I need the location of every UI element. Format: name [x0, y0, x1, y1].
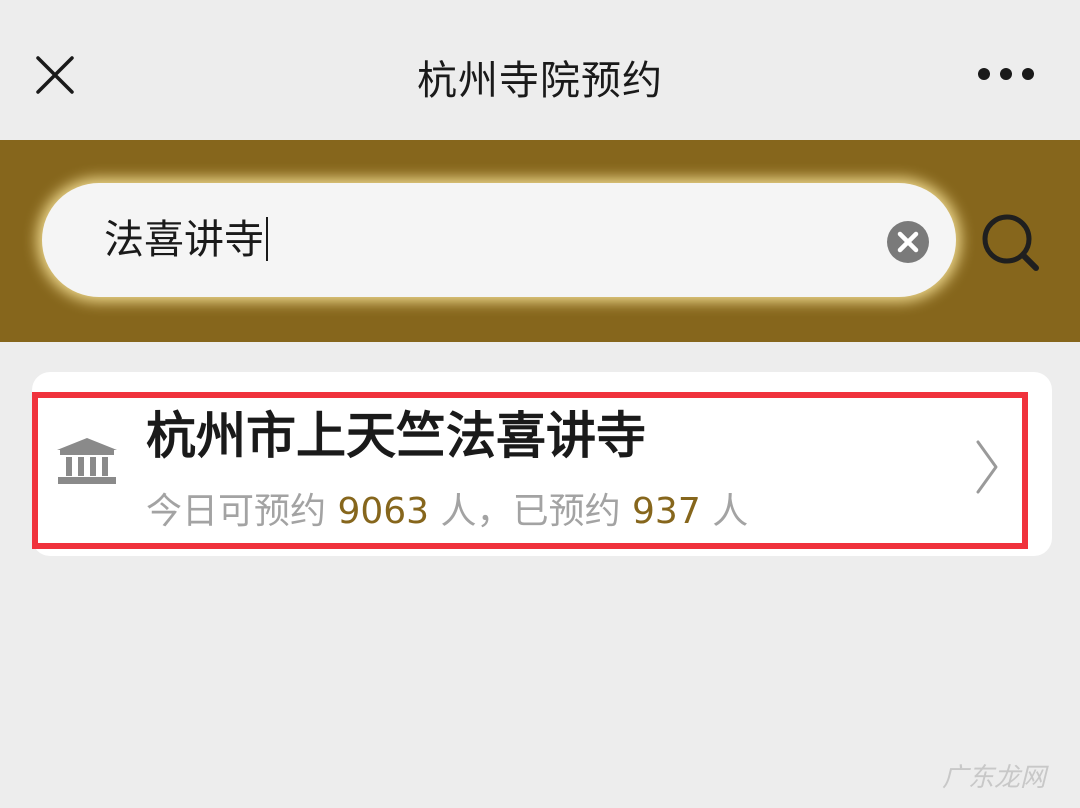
- booked-unit: 人: [712, 491, 749, 532]
- title-bar: 杭州寺院预约: [0, 0, 1080, 140]
- watermark: 广东龙网: [942, 763, 1047, 793]
- more-button[interactable]: [974, 60, 1038, 88]
- search-input-value[interactable]: 法喜讲寺: [104, 214, 268, 266]
- reservation-stats: 今日可预约 9063 人，已预约 937 人: [146, 488, 748, 536]
- available-unit: 人，: [440, 491, 513, 532]
- text-cursor: [266, 217, 268, 261]
- page-title: 杭州寺院预约: [417, 58, 663, 104]
- available-label: 今日可预约: [146, 491, 327, 532]
- temple-icon: [54, 436, 120, 486]
- available-count: 9063: [337, 491, 430, 532]
- booked-label: 已预约: [512, 491, 621, 532]
- search-icon: [982, 214, 1039, 271]
- search-query: 法喜讲寺: [104, 217, 264, 263]
- booked-count: 937: [632, 491, 701, 532]
- clear-search-button[interactable]: [886, 220, 930, 264]
- temple-name: 杭州市上天竺法喜讲寺: [146, 407, 646, 465]
- clear-icon: [887, 221, 929, 263]
- chevron-right-icon[interactable]: [970, 438, 1002, 496]
- more-icon: [978, 68, 1034, 80]
- search-button[interactable]: [978, 210, 1044, 276]
